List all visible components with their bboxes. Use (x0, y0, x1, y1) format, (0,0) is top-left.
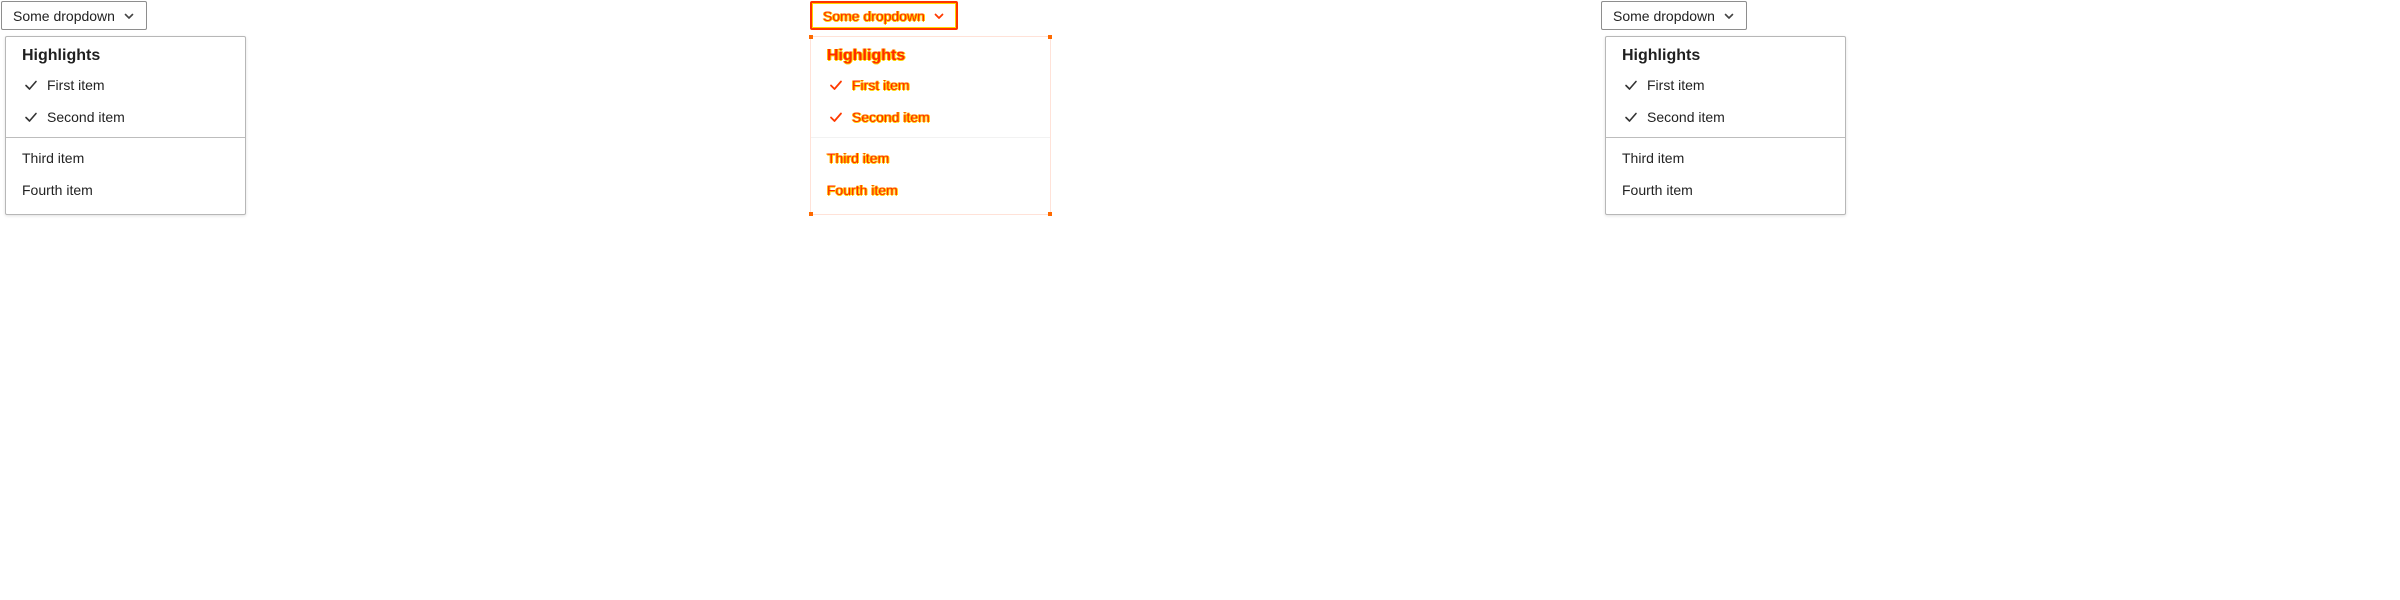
menu-item-label: First item (852, 77, 910, 93)
menu-item-label: First item (47, 77, 105, 93)
check-icon (25, 112, 37, 122)
chevron-down-icon (124, 13, 134, 19)
menu-item-label: Second item (852, 109, 930, 125)
dropdown-panel-right: Some dropdown Highlights First item Seco… (1600, 0, 2400, 600)
menu-item-third[interactable]: Third item (1606, 143, 1845, 173)
menu-item-label: Fourth item (827, 182, 898, 198)
menu-item-second[interactable]: Second item (6, 102, 245, 132)
menu-item-first[interactable]: First item (1606, 70, 1845, 100)
menu-item-first[interactable]: First item (6, 70, 245, 100)
menu-item-label: Fourth item (22, 182, 93, 198)
chevron-down-icon (1724, 13, 1734, 19)
menu-item-label: Third item (22, 150, 85, 166)
menu-item-second[interactable]: Second item (811, 102, 1050, 132)
check-icon (830, 112, 842, 122)
menu-item-first[interactable]: First item (811, 70, 1050, 100)
menu-item-third[interactable]: Third item (811, 143, 1050, 173)
menu-item-label: Second item (47, 109, 125, 125)
menu-heading: Highlights (22, 47, 101, 64)
menu-divider (6, 137, 245, 138)
dropdown-trigger-button[interactable]: Some dropdown (810, 1, 958, 30)
dropdown-menu: Highlights First item Second item Third … (809, 35, 1052, 216)
menu-item-fourth[interactable]: Fourth item (6, 175, 245, 205)
dropdown-trigger-label: Some dropdown (1613, 7, 1715, 24)
dropdown-panel-left: Some dropdown Highlights First item Seco… (0, 0, 800, 600)
menu-item-fourth[interactable]: Fourth item (1606, 175, 1845, 205)
dropdown-panel-diff: Some dropdown Highlights First item Seco… (800, 0, 1600, 600)
dropdown-trigger-button[interactable]: Some dropdown (1, 1, 147, 30)
dropdown-menu: Highlights First item Second item Third … (1605, 36, 1846, 215)
check-icon (25, 80, 37, 90)
check-icon (1625, 112, 1637, 122)
corner-marker (1048, 35, 1052, 39)
menu-item-label: Third item (1622, 150, 1685, 166)
menu-item-second[interactable]: Second item (1606, 102, 1845, 132)
check-icon (830, 80, 842, 90)
chevron-down-icon (934, 13, 944, 19)
dropdown-menu: Highlights First item Second item Third … (5, 36, 246, 215)
corner-marker (1048, 212, 1052, 216)
dropdown-trigger-label: Some dropdown (823, 7, 925, 24)
menu-heading: Highlights (827, 47, 906, 64)
corner-marker (809, 212, 813, 216)
menu-divider (811, 137, 1050, 138)
check-icon (1625, 80, 1637, 90)
menu-item-label: Fourth item (1622, 182, 1693, 198)
menu-item-fourth[interactable]: Fourth item (811, 175, 1050, 205)
menu-item-label: Third item (827, 150, 890, 166)
dropdown-trigger-button[interactable]: Some dropdown (1601, 1, 1747, 30)
menu-item-third[interactable]: Third item (6, 143, 245, 173)
menu-heading: Highlights (1622, 47, 1701, 64)
menu-divider (1606, 137, 1845, 138)
corner-marker (809, 35, 813, 39)
menu-item-label: First item (1647, 77, 1705, 93)
dropdown-trigger-label: Some dropdown (13, 7, 115, 24)
menu-item-label: Second item (1647, 109, 1725, 125)
